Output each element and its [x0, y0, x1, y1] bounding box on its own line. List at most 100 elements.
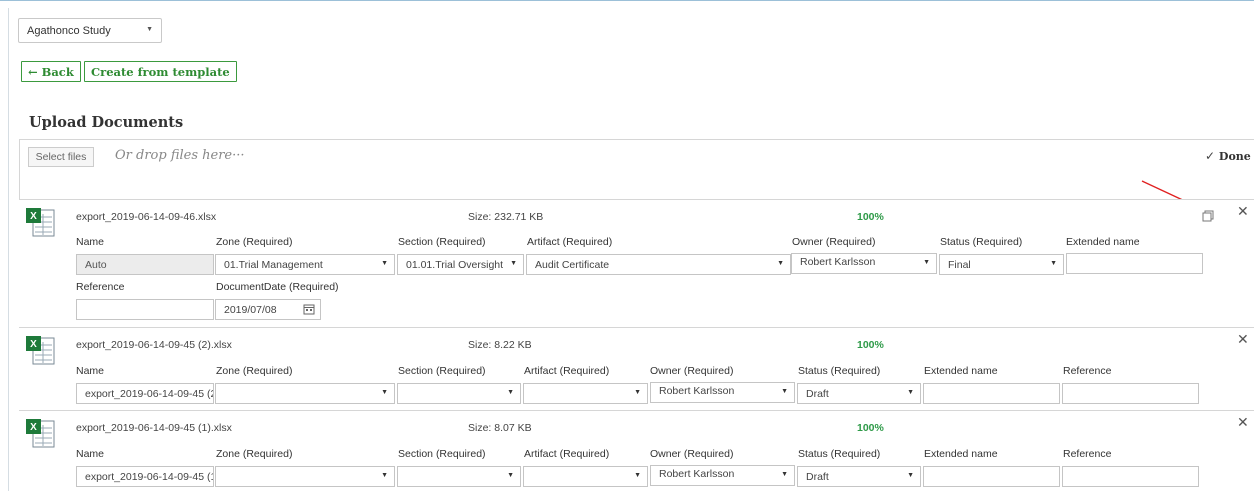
artifact-label: Artifact (Required): [524, 448, 610, 460]
artifact-label: Artifact (Required): [524, 365, 610, 377]
section-label: Section (Required): [398, 236, 486, 248]
page-top-border: [0, 0, 1254, 8]
section-select[interactable]: ▼: [397, 383, 521, 404]
file-name: export_2019-06-14-09-45 (2).xlsx: [76, 339, 232, 351]
chevron-down-icon: ▼: [146, 26, 153, 33]
chevron-down-icon: ▼: [1050, 260, 1057, 267]
chevron-down-icon: ▼: [381, 389, 388, 396]
owner-select[interactable]: Robert Karlsson ▼: [650, 382, 795, 403]
file-size: Size: 8.22 KB: [468, 339, 532, 351]
section-value: 01.01.Trial Oversight: [406, 259, 504, 271]
upload-progress: 100%: [857, 339, 884, 351]
upload-file-row: X export_2019-06-14-09-46.xlsx Size: 232…: [19, 199, 1254, 327]
file-name: export_2019-06-14-09-45 (1).xlsx: [76, 422, 232, 434]
zone-select[interactable]: 01.Trial Management ▼: [215, 254, 395, 275]
extended-name-input[interactable]: [923, 383, 1060, 404]
create-from-template-button[interactable]: Create from template: [84, 61, 237, 82]
close-icon[interactable]: ✕: [1237, 331, 1249, 348]
upload-file-row: X export_2019-06-14-09-45 (2).xlsx Size:…: [19, 327, 1254, 410]
study-select-value: Agathonco Study: [27, 25, 111, 37]
chevron-down-icon: ▼: [381, 472, 388, 479]
status-select[interactable]: Draft ▼: [797, 383, 921, 404]
status-label: Status (Required): [798, 365, 881, 377]
page-title: Upload Documents: [29, 114, 184, 131]
status-select[interactable]: Draft ▼: [797, 466, 921, 487]
owner-select[interactable]: Robert Karlsson ▼: [791, 253, 937, 274]
artifact-select[interactable]: Audit Certificate ▼: [526, 254, 791, 275]
reference-input[interactable]: [1062, 383, 1199, 404]
section-label: Section (Required): [398, 448, 486, 460]
copy-icon[interactable]: [1202, 210, 1214, 222]
section-label: Section (Required): [398, 365, 486, 377]
file-name: export_2019-06-14-09-46.xlsx: [76, 211, 217, 223]
upload-file-row: X export_2019-06-14-09-45 (1).xlsx Size:…: [19, 410, 1254, 491]
excel-file-icon: X: [26, 208, 55, 237]
chevron-down-icon: ▼: [510, 260, 517, 267]
svg-text:X: X: [30, 422, 37, 433]
drop-zone-hint[interactable]: Or drop files here···: [115, 148, 245, 163]
upload-progress: 100%: [857, 211, 884, 223]
calendar-icon[interactable]: [303, 303, 315, 315]
extended-name-input[interactable]: [923, 466, 1060, 487]
chevron-down-icon: ▼: [507, 389, 514, 396]
zone-label: Zone (Required): [216, 448, 293, 460]
study-select[interactable]: Agathonco Study ▼: [18, 18, 162, 43]
done-button[interactable]: ✓ Done: [1205, 149, 1251, 163]
artifact-label: Artifact (Required): [527, 236, 613, 248]
name-input[interactable]: export_2019-06-14-09-45 (1: [76, 466, 214, 487]
name-label: Name: [76, 365, 105, 377]
upload-progress: 100%: [857, 422, 884, 434]
chevron-down-icon: ▼: [781, 388, 788, 395]
owner-label: Owner (Required): [650, 365, 734, 377]
section-select[interactable]: ▼: [397, 466, 521, 487]
owner-select[interactable]: Robert Karlsson ▼: [650, 465, 795, 486]
extended-name-label: Extended name: [924, 448, 998, 460]
back-button[interactable]: ← Back: [21, 61, 81, 82]
extended-name-label: Extended name: [1066, 236, 1140, 248]
owner-value: Robert Karlsson: [659, 385, 735, 397]
section-select[interactable]: 01.01.Trial Oversight ▼: [397, 254, 524, 275]
artifact-select[interactable]: ▼: [523, 383, 648, 404]
chevron-down-icon: ▼: [907, 472, 914, 479]
document-date-value: 2019/07/08: [224, 304, 277, 316]
svg-text:X: X: [30, 211, 37, 222]
status-value: Final: [948, 259, 971, 271]
close-icon[interactable]: ✕: [1237, 414, 1249, 431]
excel-file-icon: X: [26, 419, 55, 448]
status-label: Status (Required): [798, 448, 881, 460]
reference-input[interactable]: [1062, 466, 1199, 487]
status-value: Draft: [806, 471, 829, 483]
done-label: Done: [1218, 150, 1251, 163]
artifact-select[interactable]: ▼: [523, 466, 648, 487]
zone-label: Zone (Required): [216, 236, 293, 248]
select-files-button[interactable]: Select files: [28, 147, 94, 167]
file-size: Size: 232.71 KB: [468, 211, 544, 223]
chevron-down-icon: ▼: [381, 260, 388, 267]
name-input[interactable]: export_2019-06-14-09-45 (2: [76, 383, 214, 404]
close-icon[interactable]: ✕: [1237, 203, 1249, 220]
status-label: Status (Required): [940, 236, 1023, 248]
owner-label: Owner (Required): [650, 448, 734, 460]
chevron-down-icon: ▼: [507, 472, 514, 479]
file-size: Size: 8.07 KB: [468, 422, 532, 434]
check-icon: ✓: [1205, 149, 1216, 163]
excel-file-icon: X: [26, 336, 55, 365]
document-date-input[interactable]: 2019/07/08: [215, 299, 321, 320]
zone-select[interactable]: ▼: [215, 466, 395, 487]
chevron-down-icon: ▼: [923, 259, 930, 266]
page-left-border: [8, 8, 9, 491]
reference-input[interactable]: [76, 299, 214, 320]
zone-label: Zone (Required): [216, 365, 293, 377]
chevron-down-icon: ▼: [781, 471, 788, 478]
zone-select[interactable]: ▼: [215, 383, 395, 404]
status-select[interactable]: Final ▼: [939, 254, 1064, 275]
owner-value: Robert Karlsson: [659, 468, 735, 480]
name-label: Name: [76, 448, 105, 460]
extended-name-input[interactable]: [1066, 253, 1203, 274]
chevron-down-icon: ▼: [777, 260, 784, 267]
owner-label: Owner (Required): [792, 236, 876, 248]
zone-value: 01.Trial Management: [224, 259, 323, 271]
svg-text:X: X: [30, 339, 37, 350]
reference-label: Reference: [76, 281, 125, 293]
chevron-down-icon: ▼: [634, 389, 641, 396]
